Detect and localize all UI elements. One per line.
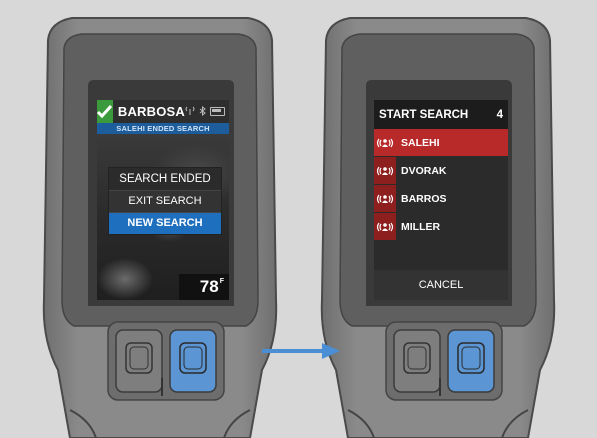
battery-icon (210, 107, 225, 116)
exit-search-button[interactable]: EXIT SEARCH (109, 191, 221, 213)
person-name: MILLER (401, 220, 441, 233)
status-bar: BARBOSA (97, 100, 229, 123)
temperature-readout: 78 F (179, 274, 229, 300)
person-count: 4 (496, 108, 503, 121)
person-beacon-icon (374, 185, 396, 212)
bluetooth-icon (199, 105, 206, 118)
signal-icon (185, 106, 195, 117)
person-beacon-icon (374, 129, 396, 156)
list-item[interactable]: DVORAK (374, 157, 508, 185)
person-list: SALEHI DVORAK BARROS MILLER (374, 129, 508, 241)
scene: BARBOSA SALEHI ENDED SEARCH SEARCH ENDED… (0, 0, 597, 438)
person-name: DVORAK (401, 164, 447, 177)
temperature-unit: F (219, 278, 224, 285)
screen-header: START SEARCH 4 (374, 100, 508, 129)
person-name: SALEHI (401, 136, 440, 149)
checkmark-icon (97, 100, 113, 123)
menu-title: SEARCH ENDED (109, 168, 221, 191)
person-beacon-icon (374, 213, 396, 240)
list-item[interactable]: SALEHI (374, 129, 508, 157)
cancel-button[interactable]: CANCEL (374, 270, 508, 300)
user-name: BARBOSA (117, 104, 185, 119)
right-arrow-icon (262, 343, 340, 359)
left-screen: BARBOSA SALEHI ENDED SEARCH SEARCH ENDED… (97, 100, 229, 300)
search-menu: SEARCH ENDED EXIT SEARCH NEW SEARCH (109, 168, 221, 234)
person-name: BARROS (401, 192, 447, 205)
new-search-button[interactable]: NEW SEARCH (109, 213, 221, 234)
temperature-value: 78 (199, 277, 219, 296)
list-item[interactable]: BARROS (374, 185, 508, 213)
status-icons (185, 105, 225, 118)
right-screen: START SEARCH 4 SALEHI DVORAK BARROS MILL… (374, 100, 508, 300)
notification-banner: SALEHI ENDED SEARCH (97, 123, 229, 134)
screen-title: START SEARCH (379, 108, 469, 121)
person-beacon-icon (374, 157, 396, 184)
list-item[interactable]: MILLER (374, 213, 508, 241)
